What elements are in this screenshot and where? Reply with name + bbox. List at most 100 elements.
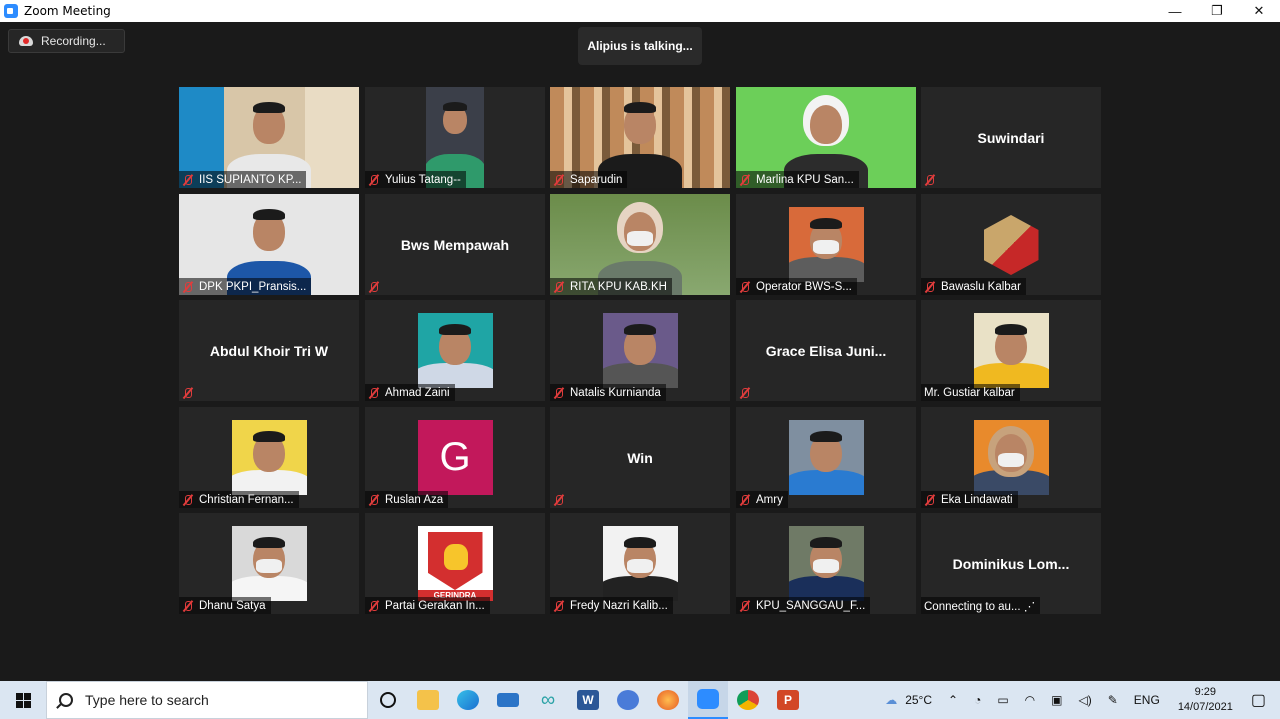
participant-tile[interactable]: Dominikus Lom... Connecting to au... ⋰ bbox=[921, 513, 1101, 614]
powerpoint-button[interactable]: P bbox=[768, 681, 808, 719]
bawaslu-logo-icon bbox=[983, 215, 1039, 275]
participant-tile[interactable]: Operator BWS-S... bbox=[736, 194, 916, 295]
file-explorer-button[interactable] bbox=[408, 681, 448, 719]
muted-mic-icon bbox=[553, 387, 565, 399]
participant-name-label: Eka Lindawati bbox=[921, 491, 1018, 508]
participant-display-name: Suwindari bbox=[977, 129, 1045, 146]
participant-tile[interactable]: DPK PKPI_Pransis... bbox=[179, 194, 359, 295]
muted-mic-icon bbox=[739, 600, 751, 612]
recording-indicator[interactable]: Recording... bbox=[8, 29, 125, 53]
participant-name: Ahmad Zaini bbox=[385, 386, 450, 399]
maximize-button[interactable]: ❐ bbox=[1196, 0, 1238, 22]
participant-name: Ruslan Aza bbox=[385, 493, 444, 506]
participant-name-label: DPK PKPI_Pransis... bbox=[179, 278, 312, 295]
gerindra-logo-icon bbox=[427, 532, 483, 590]
participant-video: GERINDRA bbox=[417, 526, 493, 601]
participant-tile[interactable]: Amry bbox=[736, 407, 916, 508]
search-icon bbox=[59, 693, 73, 707]
pen-icon[interactable]: ✎ bbox=[1108, 693, 1118, 707]
participant-name-label: Marlina KPU San... bbox=[736, 171, 859, 188]
meet-now-icon[interactable]: ◔ bbox=[974, 693, 981, 707]
participant-tile[interactable]: Fredy Nazri Kalib... bbox=[550, 513, 730, 614]
participant-tile[interactable]: IIS SUPIANTO KP... bbox=[179, 87, 359, 188]
participant-name-label: Mr. Gustiar kalbar bbox=[921, 384, 1020, 401]
firefox-button[interactable] bbox=[648, 681, 688, 719]
participant-name: IIS SUPIANTO KP... bbox=[199, 173, 302, 186]
participant-name: KPU_SANGGAU_F... bbox=[756, 599, 866, 612]
participant-tile[interactable]: G Ruslan Aza bbox=[365, 407, 545, 508]
participant-tile[interactable]: Marlina KPU San... bbox=[736, 87, 916, 188]
participant-name: Connecting to au... ⋰ bbox=[924, 600, 1036, 613]
participant-tile[interactable]: Saparudin bbox=[550, 87, 730, 188]
weather-temp[interactable]: 25°C bbox=[905, 693, 932, 707]
participant-display-name: Grace Elisa Juni... bbox=[765, 342, 887, 359]
participant-name: DPK PKPI_Pransis... bbox=[199, 280, 307, 293]
participant-tile[interactable]: Ahmad Zaini bbox=[365, 300, 545, 401]
participant-name: Saparudin bbox=[570, 173, 623, 186]
word-button[interactable]: W bbox=[568, 681, 608, 719]
close-button[interactable]: ✕ bbox=[1238, 0, 1280, 22]
participant-tile[interactable]: Eka Lindawati bbox=[921, 407, 1101, 508]
active-speaker-banner: Alipius is talking... bbox=[578, 27, 702, 65]
minimize-button[interactable]: — bbox=[1154, 0, 1196, 22]
participant-video: G bbox=[417, 420, 493, 495]
windows-logo-icon bbox=[15, 692, 31, 708]
muted-mic-icon bbox=[924, 494, 936, 506]
start-button[interactable] bbox=[0, 681, 46, 719]
task-view-button[interactable] bbox=[368, 681, 408, 719]
language-indicator[interactable]: ENG bbox=[1134, 693, 1160, 707]
participant-tile[interactable]: Yulius Tatang-- bbox=[365, 87, 545, 188]
chrome-button[interactable] bbox=[728, 681, 768, 719]
participant-tile[interactable]: Abdul Khoir Tri W bbox=[179, 300, 359, 401]
muted-mic-icon bbox=[368, 281, 380, 293]
participant-name-label bbox=[550, 491, 575, 508]
participant-tile[interactable]: KPU_SANGGAU_F... bbox=[736, 513, 916, 614]
participant-tile[interactable]: RITA KPU KAB.KH bbox=[550, 194, 730, 295]
participant-tile[interactable]: Win bbox=[550, 407, 730, 508]
chrome-blue-icon bbox=[617, 690, 639, 710]
participant-tile[interactable]: Bws Mempawah bbox=[365, 194, 545, 295]
participant-display-name: Abdul Khoir Tri W bbox=[209, 342, 329, 359]
participant-name-label bbox=[736, 384, 761, 401]
app-button[interactable]: ∞ bbox=[528, 681, 568, 719]
participant-name-label: RITA KPU KAB.KH bbox=[550, 278, 672, 295]
participant-video bbox=[602, 526, 678, 601]
window-title: Zoom Meeting bbox=[24, 4, 111, 18]
participant-video bbox=[788, 420, 864, 495]
muted-mic-icon bbox=[368, 494, 380, 506]
participant-name-label: Amry bbox=[736, 491, 788, 508]
folder-icon bbox=[417, 690, 439, 710]
participant-tile[interactable]: Bawaslu Kalbar bbox=[921, 194, 1101, 295]
participant-name: Partai Gerakan In... bbox=[385, 599, 485, 612]
participant-tile[interactable]: GERINDRA Partai Gerakan In... bbox=[365, 513, 545, 614]
participant-tile[interactable]: Grace Elisa Juni... bbox=[736, 300, 916, 401]
clock[interactable]: 9:29 14/07/2021 bbox=[1178, 685, 1233, 715]
participant-tile[interactable]: Dhanu Satya bbox=[179, 513, 359, 614]
participant-tile[interactable]: Suwindari bbox=[921, 87, 1101, 188]
muted-mic-icon bbox=[553, 494, 565, 506]
chrome-app-button[interactable] bbox=[608, 681, 648, 719]
screen-icon[interactable]: ▣ bbox=[1051, 693, 1062, 707]
mail-button[interactable] bbox=[488, 681, 528, 719]
zoom-taskbar-button[interactable] bbox=[688, 681, 728, 719]
edge-button[interactable] bbox=[448, 681, 488, 719]
muted-mic-icon bbox=[182, 174, 194, 186]
participant-tile[interactable]: Mr. Gustiar kalbar bbox=[921, 300, 1101, 401]
participant-name: Yulius Tatang-- bbox=[385, 173, 461, 186]
notifications-icon[interactable]: ▢ bbox=[1251, 690, 1266, 710]
participant-tile[interactable]: Christian Fernan... bbox=[179, 407, 359, 508]
participant-name-label: KPU_SANGGAU_F... bbox=[736, 597, 871, 614]
muted-mic-icon bbox=[924, 281, 936, 293]
muted-mic-icon bbox=[368, 174, 380, 186]
wifi-icon[interactable]: ◠ bbox=[1025, 693, 1035, 707]
chevron-up-icon[interactable]: ⌃ bbox=[948, 693, 958, 707]
participant-name-label: Natalis Kurnianda bbox=[550, 384, 666, 401]
battery-icon[interactable]: ▭ bbox=[997, 693, 1008, 707]
zoom-app-icon bbox=[4, 4, 18, 18]
participant-video bbox=[973, 420, 1049, 495]
participant-tile[interactable]: Natalis Kurnianda bbox=[550, 300, 730, 401]
volume-icon[interactable]: ◁) bbox=[1079, 693, 1092, 707]
participant-video bbox=[602, 313, 678, 388]
taskbar-search-box[interactable]: Type here to search bbox=[46, 681, 368, 719]
participant-name-label: Yulius Tatang-- bbox=[365, 171, 466, 188]
